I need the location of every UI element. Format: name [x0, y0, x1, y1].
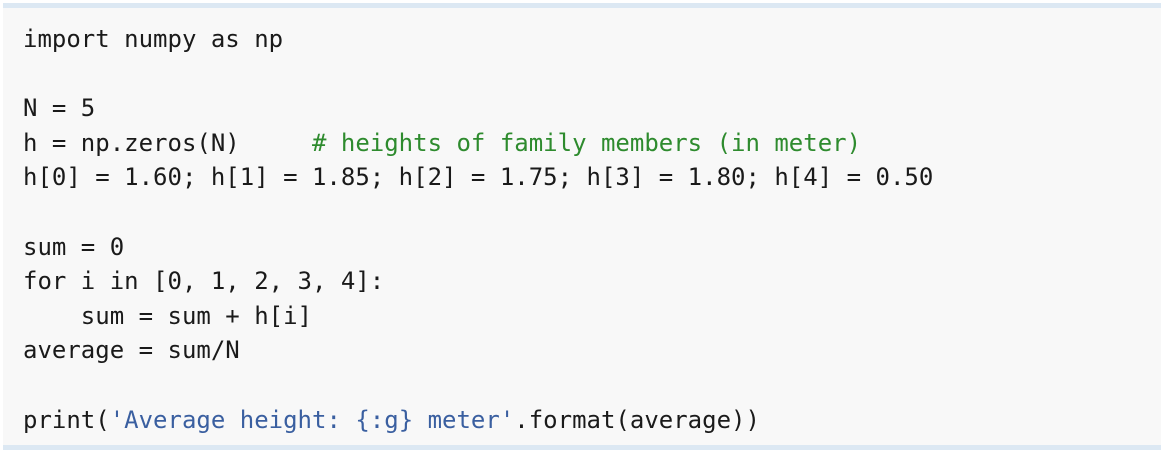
code-line: h[0] = 1.60; h[1] = 1.85; h[2] = 1.75; h… [23, 160, 933, 195]
code-lines: import numpy as np N = 5 h = np.zeros(N) #… [23, 22, 933, 437]
code-token-plain: .format(average)) [514, 405, 760, 434]
code-token-plain: sum = sum + h[i] [23, 301, 312, 330]
code-line: average = sum/N [23, 333, 933, 368]
code-line: import numpy as np [23, 22, 933, 57]
code-token-plain: h = np.zeros(N) [23, 128, 312, 157]
code-token-string: 'Average height: {:g} meter' [109, 405, 515, 434]
code-line: print('Average height: {:g} meter'.forma… [23, 403, 933, 438]
code-token-comment: # heights of family members (in meter) [311, 128, 862, 157]
code-token-plain: for i in [0, 1, 2, 3, 4]: [23, 267, 385, 296]
code-line: sum = 0 [23, 230, 933, 265]
code-token-plain: average = sum/N [23, 336, 240, 365]
code-token-plain: import numpy as np [23, 25, 284, 53]
code-line: h = np.zeros(N) # heights of family memb… [23, 126, 933, 161]
code-line: sum = sum + h[i] [23, 299, 933, 334]
code-token-plain: h[0] = 1.60; h[1] = 1.85; h[2] = 1.75; h… [23, 163, 934, 192]
code-token-plain: print( [23, 405, 110, 434]
code-token-plain: sum = 0 [23, 232, 125, 261]
code-line: N = 5 [23, 91, 933, 126]
code-listing: import numpy as np N = 5 h = np.zeros(N) #… [3, 3, 1161, 450]
code-line: for i in [0, 1, 2, 3, 4]: [23, 264, 933, 299]
code-token-plain: N = 5 [23, 94, 96, 123]
